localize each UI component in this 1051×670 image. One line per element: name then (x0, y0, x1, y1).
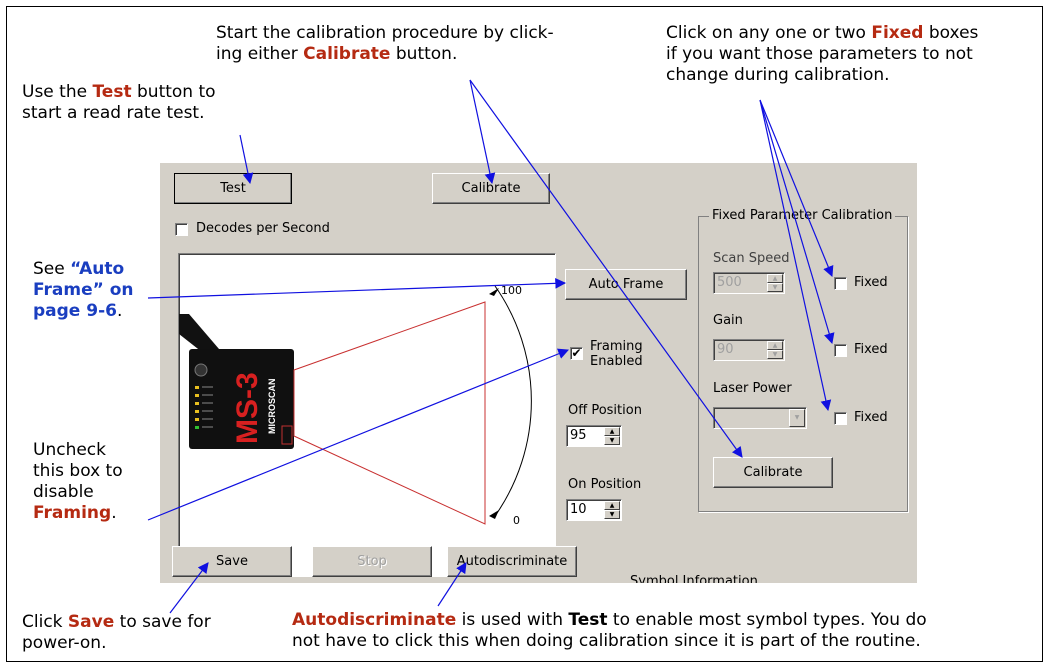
symbol-information-label: Symbol Information (630, 574, 758, 583)
frame-preview-canvas: MS-3 MICROSCAN 100 0 (178, 253, 556, 577)
checkmark-icon: ✔ (571, 346, 582, 360)
scan-range-arc (494, 285, 532, 517)
calibrate-keyword: Calibrate (303, 44, 391, 64)
auto-frame-annotation: See “Auto Frame” on page 9-6. (33, 259, 134, 321)
fixed-annotation: Click on any one or two Fixed boxes if y… (666, 23, 979, 85)
scanner-brand-text: MICROSCAN (267, 379, 277, 435)
test-button[interactable]: Test (174, 173, 292, 204)
gain-fixed-label: Fixed (854, 342, 888, 357)
gain-stepper[interactable]: 90 ▲ ▼ (713, 339, 785, 361)
decodes-per-second-checkbox[interactable] (175, 223, 188, 236)
framing-keyword: Framing (33, 503, 112, 523)
scanner-frame-diagram: MS-3 MICROSCAN 100 0 (179, 284, 532, 527)
autodiscriminate-button[interactable]: Autodiscriminate (447, 546, 577, 577)
scanner-model-text: MS-3 (231, 372, 264, 444)
fixed-keyword: Fixed (871, 23, 924, 43)
save-annotation: Click Save to save for power-on. (22, 612, 211, 653)
spin-down-icon: ▼ (767, 283, 783, 292)
scale-top-label: 100 (501, 284, 522, 297)
autodiscriminate-annotation: Autodiscriminate is used with Test to en… (292, 610, 927, 651)
calibrate-annotation: Start the calibration procedure by click… (216, 23, 554, 64)
scale-bottom-label: 0 (513, 514, 520, 527)
scale-top-marker (489, 288, 499, 296)
uncheck-annotation: Uncheck this box to disable Framing. (33, 440, 123, 523)
autodiscriminate-keyword: Autodiscriminate (292, 610, 457, 630)
spin-up-icon[interactable]: ▲ (604, 501, 620, 510)
laser-power-fixed-checkbox[interactable] (834, 412, 847, 425)
framing-enabled-checkbox[interactable]: ✔ (570, 347, 583, 360)
decodes-per-second-label: Decodes per Second (196, 221, 330, 236)
laser-power-fixed-label: Fixed (854, 410, 888, 425)
calibrate-top-button[interactable]: Calibrate (432, 173, 550, 204)
laser-power-dropdown[interactable]: ▼ (713, 407, 807, 429)
scanner-image: MS-3 MICROSCAN (179, 314, 294, 449)
scan-frame-triangle (293, 301, 486, 525)
auto-frame-button[interactable]: Auto Frame (565, 269, 687, 300)
fixed-parameter-group-title: Fixed Parameter Calibration (709, 208, 896, 223)
spin-down-icon: ▼ (767, 350, 783, 359)
scan-speed-fixed-label: Fixed (854, 275, 888, 290)
calibrate-bottom-button[interactable]: Calibrate (713, 457, 833, 488)
spin-up-icon: ▲ (767, 274, 783, 283)
on-position-stepper[interactable]: 10 ▲ ▼ (566, 499, 622, 521)
off-position-stepper[interactable]: 95 ▲ ▼ (566, 425, 622, 447)
save-button[interactable]: Save (172, 546, 292, 577)
spin-down-icon[interactable]: ▼ (604, 436, 620, 445)
test-annotation: Use the Test button to start a read rate… (22, 82, 216, 123)
spin-up-icon[interactable]: ▲ (604, 427, 620, 436)
auto-frame-link-3[interactable]: page 9-6 (33, 301, 117, 321)
on-position-label: On Position (568, 477, 642, 492)
dropdown-arrow-icon[interactable]: ▼ (789, 409, 805, 427)
off-position-label: Off Position (568, 403, 642, 418)
spin-up-icon: ▲ (767, 341, 783, 350)
scale-bottom-marker (489, 510, 499, 519)
gain-label: Gain (713, 313, 743, 328)
spin-down-icon[interactable]: ▼ (604, 510, 620, 519)
auto-frame-link[interactable]: “Auto (70, 259, 124, 279)
stop-button[interactable]: Stop (312, 546, 432, 577)
scan-speed-label: Scan Speed (713, 251, 790, 266)
calibration-panel: Test Calibrate Decodes per Second MS-3 M… (160, 163, 917, 583)
framing-enabled-label: Framing Enabled (590, 339, 643, 369)
scan-speed-stepper[interactable]: 500 ▲ ▼ (713, 272, 785, 294)
scan-speed-fixed-checkbox[interactable] (834, 277, 847, 290)
fixed-parameter-group: Fixed Parameter Calibration Scan Speed 5… (698, 208, 908, 512)
gain-fixed-checkbox[interactable] (834, 344, 847, 357)
laser-power-label: Laser Power (713, 381, 792, 396)
auto-frame-link-2[interactable]: Frame” on (33, 280, 134, 300)
test-keyword: Test (92, 82, 132, 102)
save-keyword: Save (67, 612, 115, 632)
